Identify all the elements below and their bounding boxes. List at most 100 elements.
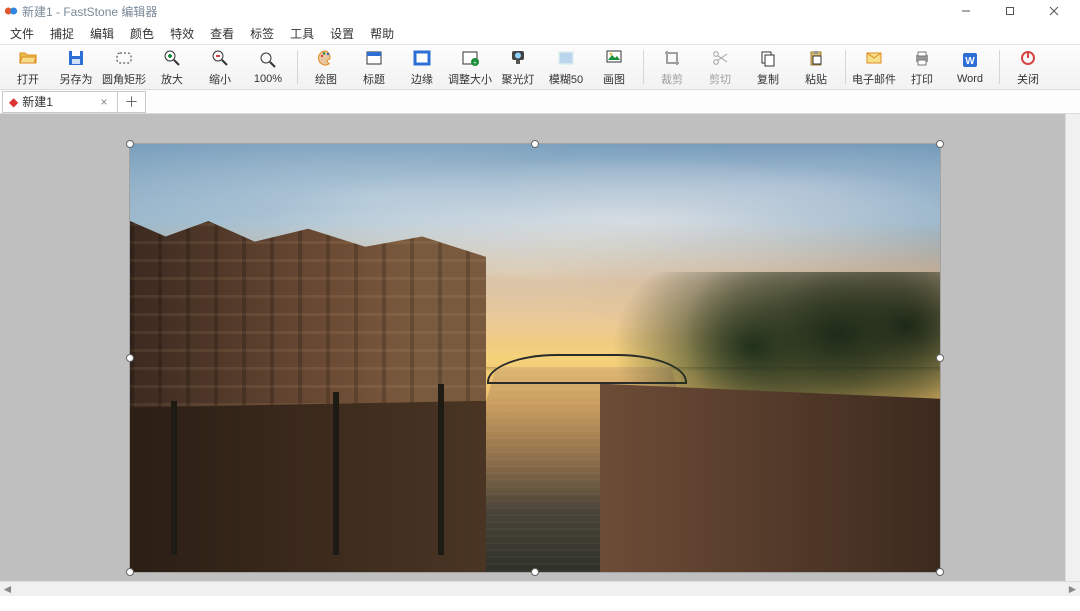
scroll-right-icon[interactable]: ► bbox=[1065, 582, 1080, 597]
menu-5[interactable]: 查看 bbox=[202, 23, 242, 44]
zoomin-button[interactable]: 放大 bbox=[148, 45, 196, 89]
spot-button[interactable]: 聚光灯 bbox=[494, 45, 542, 89]
blur50-button[interactable]: 模糊50 bbox=[542, 45, 590, 89]
toolbar-separator bbox=[994, 45, 1004, 89]
document-tab[interactable]: ◆ 新建1 × bbox=[2, 91, 118, 113]
title-button[interactable]: 标题 bbox=[350, 45, 398, 89]
saveas-label: 另存为 bbox=[60, 71, 93, 87]
folder-open-icon bbox=[17, 47, 39, 69]
zoomout-button[interactable]: 缩小 bbox=[196, 45, 244, 89]
copy-icon bbox=[757, 47, 779, 69]
open-label: 打开 bbox=[17, 71, 39, 87]
svg-text:+: + bbox=[473, 61, 477, 67]
open-button[interactable]: 打开 bbox=[4, 45, 52, 89]
word-button[interactable]: W Word bbox=[946, 45, 994, 89]
resize-handle-bm[interactable] bbox=[531, 568, 539, 576]
blur50-label: 模糊50 bbox=[549, 71, 583, 87]
minimize-button[interactable] bbox=[944, 0, 988, 22]
app-icon bbox=[4, 4, 18, 18]
maximize-button[interactable] bbox=[988, 0, 1032, 22]
resize-button[interactable]: + 调整大小 bbox=[446, 45, 494, 89]
printer-icon bbox=[911, 47, 933, 69]
zoom-in-icon bbox=[161, 47, 183, 69]
draw-button[interactable]: 绘图 bbox=[302, 45, 350, 89]
menu-9[interactable]: 帮助 bbox=[362, 23, 402, 44]
image-canvas[interactable] bbox=[130, 144, 940, 572]
mail-icon bbox=[863, 47, 885, 69]
word-icon: W bbox=[959, 49, 981, 71]
resize-arrows-icon: + bbox=[459, 47, 481, 69]
zoomout-label: 缩小 bbox=[209, 71, 231, 87]
copy-button[interactable]: 复制 bbox=[744, 45, 792, 89]
toolbar-separator bbox=[638, 45, 648, 89]
tab-add-button[interactable]: ＋ bbox=[118, 91, 146, 113]
canvas-icon bbox=[603, 47, 625, 69]
title-icon bbox=[363, 47, 385, 69]
menu-2[interactable]: 编辑 bbox=[82, 23, 122, 44]
paste-label: 粘贴 bbox=[805, 71, 827, 87]
paste-icon bbox=[805, 47, 827, 69]
menu-1[interactable]: 捕捉 bbox=[42, 23, 82, 44]
window-title: 新建1 - FastStone 编辑器 bbox=[22, 3, 157, 20]
zoomin-label: 放大 bbox=[161, 71, 183, 87]
resize-handle-tl[interactable] bbox=[126, 140, 134, 148]
workspace: ◄ ► bbox=[0, 114, 1080, 596]
resize-label: 调整大小 bbox=[448, 71, 492, 87]
close-window-button[interactable] bbox=[1032, 0, 1076, 22]
tab-label: 新建1 bbox=[22, 93, 97, 110]
copy-label: 复制 bbox=[757, 71, 779, 87]
zoom-actual-icon bbox=[257, 49, 279, 71]
email-label: 电子邮件 bbox=[852, 71, 896, 87]
resize-handle-mr[interactable] bbox=[936, 354, 944, 362]
scroll-left-icon[interactable]: ◄ bbox=[0, 582, 15, 597]
resize-handle-tm[interactable] bbox=[531, 140, 539, 148]
cut-label: 剪切 bbox=[709, 71, 731, 87]
close-label: 关闭 bbox=[1017, 71, 1039, 87]
edge-icon bbox=[411, 47, 433, 69]
spotlight-icon bbox=[507, 47, 529, 69]
menu-3[interactable]: 颜色 bbox=[122, 23, 162, 44]
cut-button: 剪切 bbox=[696, 45, 744, 89]
edge-label: 边缘 bbox=[411, 71, 433, 87]
menu-7[interactable]: 工具 bbox=[282, 23, 322, 44]
title-bar: 新建1 - FastStone 编辑器 bbox=[0, 0, 1080, 22]
menu-4[interactable]: 特效 bbox=[162, 23, 202, 44]
horizontal-scrollbar[interactable]: ◄ ► bbox=[0, 581, 1080, 596]
crop-icon bbox=[661, 47, 683, 69]
resize-handle-bl[interactable] bbox=[126, 568, 134, 576]
resize-handle-ml[interactable] bbox=[126, 354, 134, 362]
toolbar-separator bbox=[292, 45, 302, 89]
resize-handle-br[interactable] bbox=[936, 568, 944, 576]
saveas-button[interactable]: 另存为 bbox=[52, 45, 100, 89]
draw-label: 绘图 bbox=[315, 71, 337, 87]
print-label: 打印 bbox=[911, 71, 933, 87]
save-icon bbox=[65, 47, 87, 69]
zoom100-label: 100% bbox=[254, 73, 282, 85]
roundrect-label: 圆角矩形 bbox=[102, 71, 146, 87]
menu-6[interactable]: 标签 bbox=[242, 23, 282, 44]
menu-bar: 文件捕捉编辑颜色特效查看标签工具设置帮助 bbox=[0, 22, 1080, 44]
blur-icon bbox=[555, 47, 577, 69]
scissors-icon bbox=[709, 47, 731, 69]
resize-handle-tr[interactable] bbox=[936, 140, 944, 148]
menu-8[interactable]: 设置 bbox=[322, 23, 362, 44]
vertical-scrollbar[interactable] bbox=[1065, 114, 1080, 581]
menu-0[interactable]: 文件 bbox=[2, 23, 42, 44]
drawimg-button[interactable]: 画图 bbox=[590, 45, 638, 89]
email-button[interactable]: 电子邮件 bbox=[850, 45, 898, 89]
close-button[interactable]: 关闭 bbox=[1004, 45, 1052, 89]
crop-label: 裁剪 bbox=[661, 71, 683, 87]
edge-button[interactable]: 边缘 bbox=[398, 45, 446, 89]
print-button[interactable]: 打印 bbox=[898, 45, 946, 89]
canvas-selection[interactable] bbox=[130, 144, 940, 572]
rounded-rect-icon bbox=[113, 47, 135, 69]
tab-close-button[interactable]: × bbox=[97, 95, 111, 109]
drawimg-label: 画图 bbox=[603, 71, 625, 87]
modified-indicator-icon: ◆ bbox=[9, 95, 18, 109]
zoom100-button[interactable]: 100% bbox=[244, 45, 292, 89]
word-label: Word bbox=[957, 73, 983, 85]
toolbar-separator bbox=[840, 45, 850, 89]
title-label: 标题 bbox=[363, 71, 385, 87]
roundrect-button[interactable]: 圆角矩形 bbox=[100, 45, 148, 89]
paste-button[interactable]: 粘贴 bbox=[792, 45, 840, 89]
